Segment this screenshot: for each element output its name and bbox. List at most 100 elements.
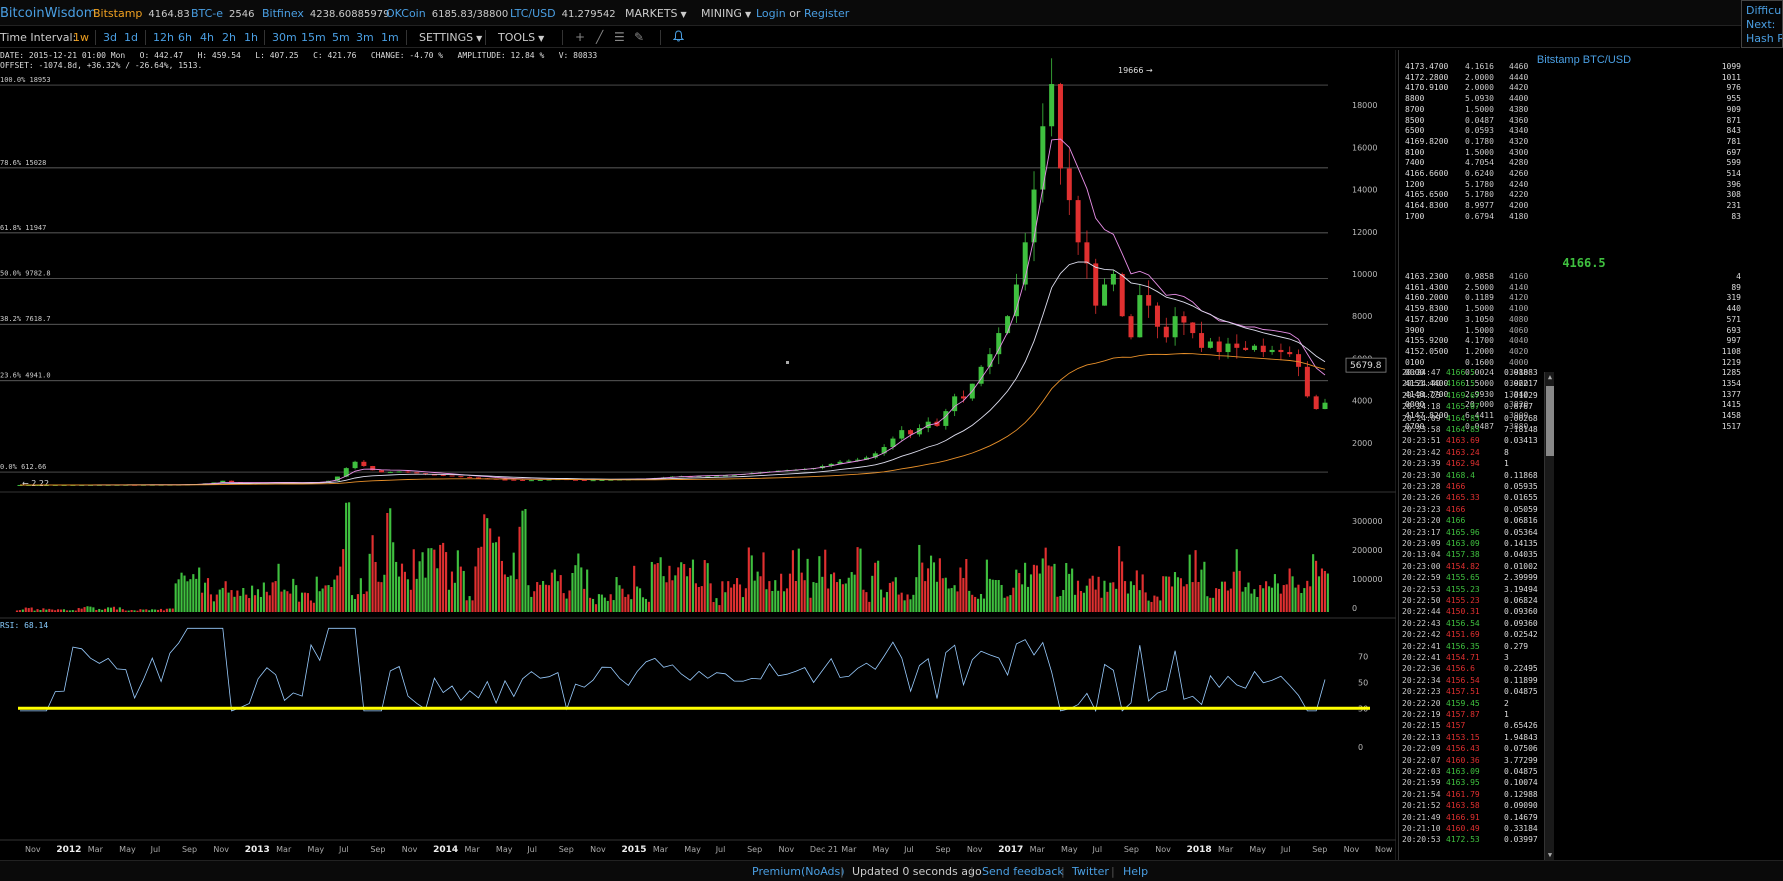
- volume-bar: [606, 600, 609, 612]
- volume-bar: [1218, 588, 1221, 612]
- exchange-okcoin[interactable]: OKCoin 6185.83/38800: [386, 7, 508, 20]
- volume-bar: [1323, 570, 1326, 612]
- volume-bar: [603, 597, 606, 612]
- exchange-ltcusd[interactable]: LTC/USD 41.279542: [510, 7, 616, 20]
- interval-6h[interactable]: 6h: [178, 31, 192, 44]
- ask-row[interactable]: 4173.4700 4.1616 4460 1099: [1399, 62, 1769, 72]
- bid-row[interactable]: 4160.2000 0.1189 4120 319: [1399, 293, 1769, 303]
- fib-icon[interactable]: ☰: [614, 30, 625, 44]
- x-axis-tick: Sep: [370, 845, 385, 854]
- volume-bar: [718, 605, 721, 612]
- volume-bar: [80, 608, 83, 612]
- bell-icon[interactable]: [672, 30, 685, 45]
- exchange-name: OKCoin: [386, 7, 426, 20]
- volume-bar: [1212, 597, 1215, 612]
- ask-row[interactable]: 4170.9100 2.0000 4420 976: [1399, 83, 1769, 93]
- bid-row[interactable]: 0100 0.1600 4000 1219: [1399, 358, 1769, 368]
- ask-row[interactable]: 8100 1.5000 4300 697: [1399, 148, 1769, 158]
- brush-icon[interactable]: ✎: [634, 30, 644, 44]
- interval-1d[interactable]: 1d: [124, 31, 138, 44]
- volume-bar: [912, 594, 915, 612]
- interval-1w[interactable]: 1w: [73, 31, 89, 44]
- interval-1m[interactable]: 1m: [381, 31, 399, 44]
- ask-row[interactable]: 8500 0.0487 4360 871: [1399, 116, 1769, 126]
- bid-row[interactable]: 4155.9200 4.1700 4040 997: [1399, 336, 1769, 346]
- ask-cell: 7400: [1405, 158, 1425, 168]
- interval-1h[interactable]: 1h: [244, 31, 258, 44]
- bid-row[interactable]: 4163.2300 0.9858 4160 4: [1399, 272, 1769, 282]
- volume-bar: [447, 589, 451, 612]
- interval-30m[interactable]: 30m: [272, 31, 297, 44]
- trade-amount: 7.18148: [1504, 425, 1538, 434]
- send-feedback-link[interactable]: Send feedback: [982, 865, 1064, 878]
- bid-row[interactable]: 4152.0500 1.2000 4020 1108: [1399, 347, 1769, 357]
- ask-row[interactable]: 4165.6500 5.1780 4220 308: [1399, 190, 1769, 200]
- volume-bar: [818, 556, 821, 612]
- volume-bar: [868, 601, 871, 612]
- volume-bar: [921, 562, 924, 612]
- volume-bar: [450, 571, 454, 612]
- line-icon[interactable]: ╱: [596, 30, 603, 44]
- ask-cell: 1700: [1405, 211, 1425, 221]
- login-link[interactable]: Login: [756, 7, 786, 20]
- ask-row[interactable]: 7400 4.7054 4280 599: [1399, 158, 1769, 168]
- ask-row[interactable]: 4169.8200 0.1780 4320 781: [1399, 137, 1769, 147]
- trade-row: 20:23:20 4166 0.06816: [1399, 516, 1764, 525]
- interval-2h[interactable]: 2h: [222, 31, 236, 44]
- bid-cell: 4159.8300: [1405, 304, 1449, 314]
- bid-row[interactable]: 3900 1.5000 4060 693: [1399, 326, 1769, 336]
- twitter-link[interactable]: Twitter: [1072, 865, 1109, 878]
- interval-3m[interactable]: 3m: [356, 31, 374, 44]
- ask-row[interactable]: 4164.8300 8.9977 4200 231: [1399, 201, 1769, 211]
- ask-row[interactable]: 1700 0.6794 4180 83: [1399, 212, 1769, 222]
- bid-row[interactable]: 4157.8200 3.1050 4080 571: [1399, 315, 1769, 325]
- bid-row[interactable]: 4161.4300 2.5000 4140 89: [1399, 283, 1769, 293]
- trade-price: 4157: [1446, 721, 1466, 731]
- trades-scrollbar[interactable]: ▲ ▼: [1544, 372, 1554, 860]
- ask-row[interactable]: 4166.6600 0.6240 4260 514: [1399, 169, 1769, 179]
- fib-label: 78.6% 15028: [0, 159, 46, 167]
- ask-row[interactable]: 8800 5.0930 4400 955: [1399, 94, 1769, 104]
- interval-15m[interactable]: 15m: [301, 31, 326, 44]
- trade-row: 20:22:36 4156.6 0.22495: [1399, 664, 1764, 673]
- interval-4h[interactable]: 4h: [200, 31, 214, 44]
- exchange-bitstamp[interactable]: Bitstamp 4164.83: [93, 7, 190, 20]
- ask-row[interactable]: 1200 5.1780 4240 396: [1399, 180, 1769, 190]
- exchange-bitfinex[interactable]: Bitfinex 4238.60885979: [262, 7, 389, 20]
- interval-12h[interactable]: 12h: [153, 31, 174, 44]
- ask-row[interactable]: 8700 1.5000 4380 909: [1399, 105, 1769, 115]
- ask-row[interactable]: 6500 0.0593 4340 843: [1399, 126, 1769, 136]
- ask-cell: 0.6794: [1465, 211, 1494, 221]
- interval-5m[interactable]: 5m: [332, 31, 350, 44]
- volume-bar: [712, 602, 715, 612]
- trade-time: 20:23:20: [1402, 516, 1441, 526]
- tools-menu[interactable]: TOOLS ▼: [498, 31, 544, 44]
- scroll-up-icon[interactable]: ▲: [1545, 372, 1555, 382]
- mining-menu[interactable]: MINING ▼: [701, 7, 751, 20]
- fib-label: 61.8% 11947: [0, 224, 46, 232]
- trade-amount: 0.12988: [1504, 789, 1538, 799]
- premium-link[interactable]: Premium(NoAds): [752, 865, 845, 878]
- candle-body: [1102, 284, 1108, 306]
- brand-logo[interactable]: BitcoinWisdom: [0, 6, 96, 21]
- bid-row[interactable]: 4159.8300 1.5000 4100 440: [1399, 304, 1769, 314]
- help-link[interactable]: Help: [1123, 865, 1148, 878]
- settings-menu[interactable]: SETTINGS ▼: [419, 31, 482, 44]
- trade-row: 20:21:10 4160.49 0.33184: [1399, 824, 1764, 833]
- ask-row[interactable]: 4172.2800 2.0000 4440 1011: [1399, 73, 1769, 83]
- price-chart[interactable]: 100.0% 18953 78.6% 15028 61.8% 11947 50.0% …: [0, 50, 1396, 860]
- trade-row: 20:22:44 4150.31 0.09360: [1399, 607, 1764, 616]
- volume-bar: [1297, 584, 1300, 612]
- interval-3d[interactable]: 3d: [103, 31, 117, 44]
- trade-time: 20:22:36: [1402, 664, 1441, 674]
- x-axis-tick: 2013: [245, 845, 270, 855]
- volume-bar: [312, 602, 315, 612]
- scroll-thumb[interactable]: [1546, 386, 1554, 456]
- exchange-btce[interactable]: BTC-e 2546: [191, 7, 255, 20]
- markets-menu[interactable]: MARKETS ▼: [625, 7, 687, 20]
- volume-bar: [162, 610, 165, 612]
- register-link[interactable]: Register: [804, 7, 849, 20]
- crosshair-icon[interactable]: +: [575, 30, 585, 44]
- low-marker: ← 2.22: [22, 479, 49, 488]
- scroll-down-icon[interactable]: ▼: [1545, 850, 1555, 860]
